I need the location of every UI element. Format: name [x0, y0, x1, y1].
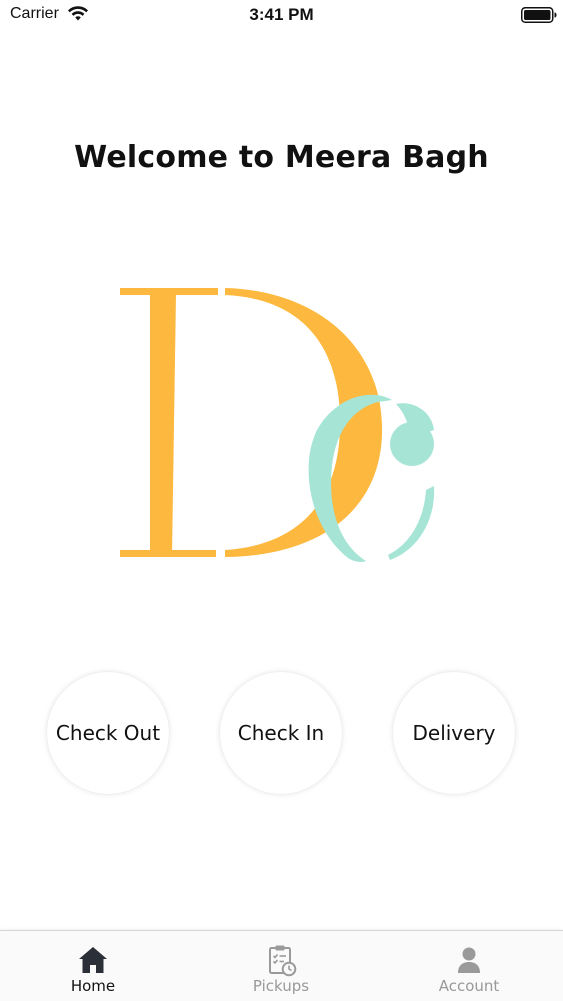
delivery-label: Delivery [412, 721, 496, 745]
home-icon [79, 947, 107, 973]
tab-pickups[interactable]: Pickups [211, 931, 351, 1001]
battery-icon [521, 7, 557, 23]
status-bar: Carrier 3:41 PM [0, 0, 563, 30]
dc-monogram-logo [120, 288, 435, 562]
tab-account-label: Account [438, 977, 500, 995]
check-in-button[interactable]: Check In [220, 672, 342, 794]
delivery-button[interactable]: Delivery [393, 672, 515, 794]
tab-home-label: Home [70, 977, 116, 995]
person-icon [458, 947, 480, 973]
clipboard-clock-icon [269, 945, 297, 977]
page-title: Welcome to Meera Bagh [74, 140, 489, 175]
tab-pickups-label: Pickups [252, 977, 310, 995]
check-in-label: Check In [237, 721, 325, 745]
tab-bar: Home Pickups Account [0, 930, 563, 1001]
tab-account[interactable]: Account [399, 931, 539, 1001]
status-time: 3:41 PM [249, 5, 314, 24]
check-out-button[interactable]: Check Out [47, 672, 169, 794]
tab-home[interactable]: Home [23, 931, 163, 1001]
check-out-label: Check Out [55, 721, 161, 745]
